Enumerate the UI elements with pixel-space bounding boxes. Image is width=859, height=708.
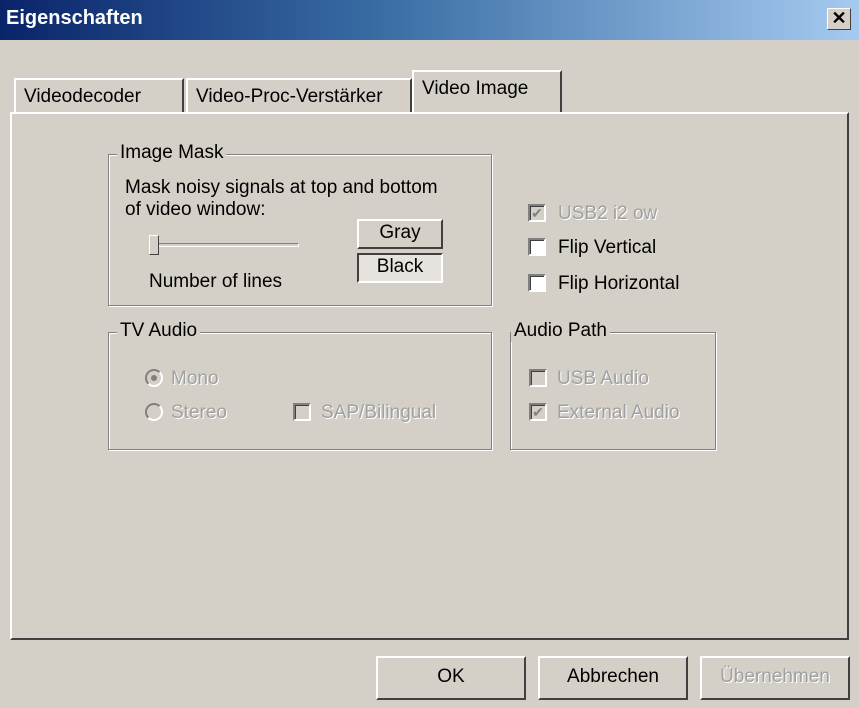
lines-slider-thumb[interactable] [149, 235, 159, 255]
external-audio-label: External Audio [557, 402, 680, 423]
close-button[interactable]: ✕ [827, 8, 851, 30]
usb2-checkbox[interactable]: ✔ [528, 204, 546, 222]
tab-videodecoder[interactable]: Videodecoder [14, 78, 184, 112]
stereo-label: Stereo [171, 402, 227, 423]
gray-button[interactable]: Gray [357, 219, 443, 249]
flip-vertical-label: Flip Vertical [558, 237, 657, 258]
title-bar: Eigenschaften ✕ [0, 0, 859, 40]
tab-video-proc-verstaerker[interactable]: Video-Proc-Verstärker [186, 78, 412, 112]
black-button[interactable]: Black [357, 253, 443, 283]
external-audio-checkbox[interactable]: ✔ [529, 403, 547, 421]
gray-button-label: Gray [379, 222, 421, 243]
apply-button-label: Übernehmen [720, 666, 830, 687]
tab-panel: Image Mask Mask noisy signals at top and… [10, 112, 849, 640]
close-icon: ✕ [831, 8, 847, 28]
tab-label: Video-Proc-Verstärker [196, 86, 383, 107]
image-mask-legend: Image Mask [117, 142, 227, 164]
black-button-label: Black [376, 256, 424, 277]
flip-vertical-checkbox[interactable] [528, 238, 546, 256]
radio-dot-icon [151, 375, 157, 381]
mono-label: Mono [171, 368, 219, 389]
cancel-button-label: Abbrechen [567, 666, 659, 687]
mono-radio[interactable] [145, 369, 163, 387]
usb-audio-label: USB Audio [557, 368, 649, 389]
tab-video-image[interactable]: Video Image [412, 70, 562, 112]
ok-button[interactable]: OK [376, 656, 526, 700]
audio-path-legend: Audio Path [511, 320, 610, 342]
audio-path-group: Audio Path USB Audio ✔ External Audio [510, 320, 716, 450]
ok-button-label: OK [437, 666, 465, 687]
usb-audio-checkbox[interactable] [529, 369, 547, 387]
flip-horizontal-checkbox[interactable] [528, 274, 546, 292]
stereo-radio[interactable] [145, 403, 163, 421]
image-mask-group: Image Mask Mask noisy signals at top and… [108, 142, 492, 306]
tv-audio-group: TV Audio Mono Stereo SAP/Bilingual [108, 320, 492, 450]
slider-label: Number of lines [149, 271, 283, 292]
cancel-button[interactable]: Abbrechen [538, 656, 688, 700]
sap-label: SAP/Bilingual [321, 402, 437, 423]
image-mask-description-1: Mask noisy signals at top and bottom [125, 177, 438, 198]
tv-audio-legend: TV Audio [117, 320, 201, 342]
lines-slider-track[interactable] [153, 243, 299, 247]
flip-horizontal-label: Flip Horizontal [558, 273, 680, 294]
check-icon: ✔ [531, 205, 543, 221]
image-mask-description-2: of video window: [125, 199, 266, 220]
usb2-label: USB2 i2 ow [558, 203, 658, 224]
check-icon: ✔ [532, 404, 544, 420]
tab-label: Video Image [422, 78, 529, 99]
window-title: Eigenschaften [6, 7, 143, 29]
tab-label: Videodecoder [24, 86, 141, 107]
sap-checkbox[interactable] [293, 403, 311, 421]
apply-button[interactable]: Übernehmen [700, 656, 850, 700]
